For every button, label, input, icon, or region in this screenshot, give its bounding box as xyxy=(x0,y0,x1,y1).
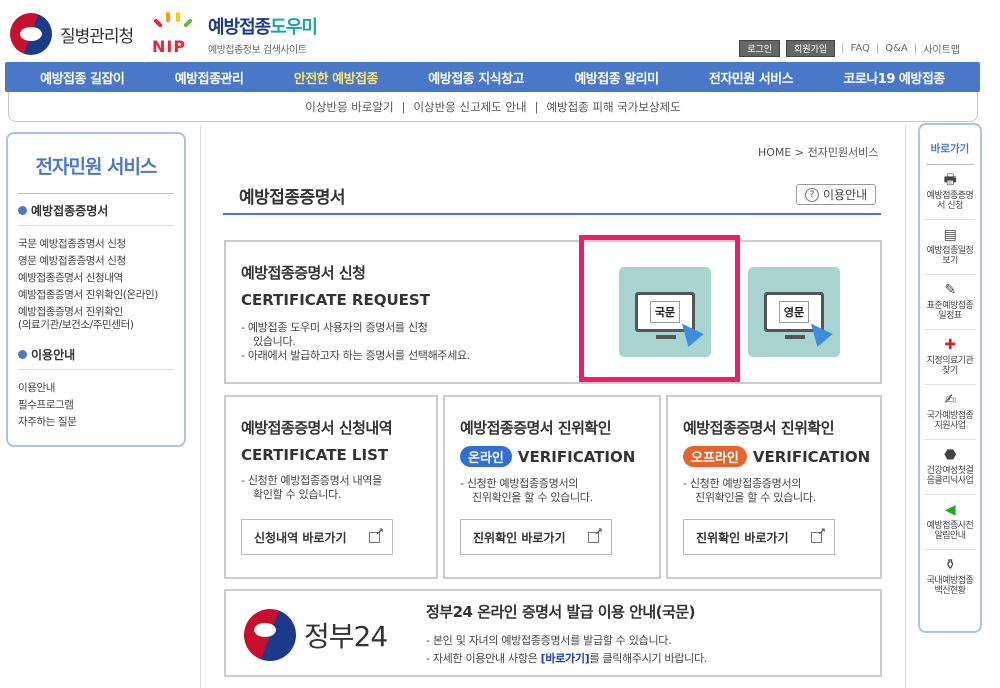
verify-offline-title: 예방접종증명서 진위확인 xyxy=(683,419,835,437)
quick-menu: 바로가기 🖶 예방접종증명서 신청 ▤ 예방접종일정보기 ✎ 표준예방접종일정표 ✚ 지… xyxy=(918,123,982,633)
verify-online-panel: 예방접종증명서 진위확인 온라인 VERIFICATION - 신청한 예방접종증… xyxy=(443,395,661,579)
list-title-en: CERTIFICATE LIST xyxy=(241,446,389,464)
nav-e-civil-service[interactable]: 전자민원 서비스 xyxy=(709,68,794,87)
kdca-name: 질병관리청 xyxy=(60,26,134,47)
divider xyxy=(905,125,906,688)
printer-icon: 🖶 xyxy=(943,172,957,188)
faq-link[interactable]: FAQ xyxy=(851,43,870,54)
breadcrumb: HOME > 전자민원서비스 xyxy=(758,146,879,159)
quick-find-hospital[interactable]: ✚ 지정의료기관찾기 xyxy=(924,330,976,385)
main-navigation: 예방접종 길잡이 예방접종관리 안전한 예방접종 예방접종 지식창고 예방접종 … xyxy=(5,62,980,92)
nip-logo[interactable]: NIP 예방접종도우미 예방접종정보 검색사이트 xyxy=(150,12,318,56)
gov24-description: - 본인 및 자녀의 예방접종증명서를 발급할 수 있습니다. - 자세한 이용… xyxy=(426,634,708,665)
divider xyxy=(200,125,201,688)
list-description: - 신청한 예방접종증명서 내역을 확인할 수 있습니다. xyxy=(241,474,382,501)
document-icon: ✍ xyxy=(944,392,956,408)
left-sidebar: 전자민원 서비스 예방접종증명서 국문 예방접종증명서 신청 영문 예방접종증명… xyxy=(6,132,186,447)
quick-advance-notice[interactable]: ◀ 예방접종사전알림안내 xyxy=(924,495,976,550)
online-badge: 온라인 xyxy=(460,446,512,467)
sitemap-link[interactable]: 사이트맵 xyxy=(923,41,960,56)
subnav-report-system[interactable]: 이상반응 신고제도 안내 xyxy=(413,99,526,115)
syringe-icon: ✎ xyxy=(944,282,956,298)
taeguk-emblem-icon xyxy=(10,13,52,55)
external-link-icon xyxy=(811,527,826,543)
nav-notifier[interactable]: 예방접종 알리미 xyxy=(574,68,659,87)
verify-online-subtitle: 온라인 VERIFICATION xyxy=(460,446,635,467)
sidebar-title: 전자민원 서비스 xyxy=(18,152,174,194)
nav-safe-vaccination[interactable]: 안전한 예방접종 xyxy=(294,68,379,87)
nav-guide[interactable]: 예방접종 길잡이 xyxy=(40,68,125,87)
quick-women-clinic[interactable]: ⬣ 건강여성첫걸음클리닉사업 xyxy=(924,440,976,495)
gov24-title: 정부24 온라인 증명서 발급 이용 안내(국문) xyxy=(426,603,696,621)
gov24-link[interactable]: [바로가기] xyxy=(541,652,590,665)
sidebar-item-verify-online[interactable]: 예방접종증명서 진위확인(온라인) xyxy=(18,287,174,304)
certificate-list-panel: 예방접종증명서 신청내역 CERTIFICATE LIST - 신청한 예방접종… xyxy=(224,395,438,579)
offline-badge: 오프라인 xyxy=(683,446,747,467)
sidebar-item-programs[interactable]: 필수프로그램 xyxy=(18,397,174,414)
verify-offline-panel: 예방접종증명서 진위확인 오프라인 VERIFICATION - 신청한 예방접종… xyxy=(666,395,882,579)
nip-letters: NIP xyxy=(152,37,187,56)
sidebar-item-guide[interactable]: 이용안내 xyxy=(18,380,174,397)
site-title: 예방접종도우미 xyxy=(208,16,318,38)
subnav-compensation[interactable]: 예방접종 피해 국가보상제도 xyxy=(546,99,680,115)
utility-menu: 로그인 회원가입 | FAQ | Q&A | 사이트맵 xyxy=(739,40,960,57)
gov24-logo[interactable]: 정부24 xyxy=(244,609,388,661)
sidebar-item-request-list[interactable]: 예방접종증명서 신청내역 xyxy=(18,270,174,287)
kdca-logo[interactable]: 질병관리청 xyxy=(10,13,134,55)
list-title: 예방접종증명서 신청내역 xyxy=(241,419,393,437)
subnav-adverse-reaction[interactable]: 이상반응 바로알기 xyxy=(305,99,393,115)
nav-management[interactable]: 예방접종관리 xyxy=(175,68,244,87)
nav-covid19[interactable]: 코로나19 예방접종 xyxy=(843,68,945,87)
nav-knowledge[interactable]: 예방접종 지식창고 xyxy=(428,68,524,87)
quick-schedule[interactable]: ▤ 예방접종일정보기 xyxy=(924,220,976,275)
page-title: 예방접종증명서 xyxy=(239,188,345,208)
quick-menu-title: 바로가기 xyxy=(926,141,974,165)
usage-guide-button[interactable]: ? 이용안내 xyxy=(796,184,877,205)
english-certificate-button[interactable]: 영문 xyxy=(748,267,840,357)
selection-highlight xyxy=(579,235,740,382)
sidebar-item-verify-offline[interactable]: 예방접종증명서 진위확인 (의료기관/보건소/주민센터) xyxy=(18,306,174,332)
verify-offline-description: - 신청한 예방접종증명서의 진위확인을 할 수 있습니다. xyxy=(683,477,816,504)
hospital-icon: ✚ xyxy=(944,337,956,353)
request-list-button[interactable]: 신청내역 바로가기 xyxy=(241,519,393,555)
calendar-icon: ▤ xyxy=(943,227,957,243)
bullet-icon xyxy=(18,206,27,215)
sidebar-section-certificate[interactable]: 예방접종증명서 xyxy=(18,202,174,226)
quick-national-support[interactable]: ✍ 국가예방접종지원사업 xyxy=(924,385,976,440)
request-description: - 예방접종 도우미 사용자의 증명서를 신청 있습니다. - 아래에서 발급하… xyxy=(241,321,471,362)
quick-standard-schedule[interactable]: ✎ 표준예방접종일정표 xyxy=(924,275,976,330)
verify-offline-subtitle: 오프라인 VERIFICATION xyxy=(683,446,870,467)
sidebar-item-korean-request[interactable]: 국문 예방접종증명서 신청 xyxy=(18,236,174,253)
verify-offline-button[interactable]: 진위확인 바로가기 xyxy=(683,519,835,555)
site-subtitle: 예방접종정보 검색사이트 xyxy=(208,44,307,56)
quick-certificate-request[interactable]: 🖶 예방접종증명서 신청 xyxy=(924,165,976,220)
speaker-icon: ◀ xyxy=(944,502,956,518)
certificate-request-panel: 예방접종증명서 신청 CERTIFICATE REQUEST - 예방접종 도우… xyxy=(224,240,882,384)
verify-online-title: 예방접종증명서 진위확인 xyxy=(460,419,612,437)
request-title-en: CERTIFICATE REQUEST xyxy=(241,291,430,309)
sun-icon: NIP xyxy=(150,12,202,56)
login-button[interactable]: 로그인 xyxy=(739,40,781,57)
sidebar-item-english-request[interactable]: 영문 예방접종증명서 신청 xyxy=(18,253,174,270)
join-button[interactable]: 회원가입 xyxy=(786,40,836,57)
gov24-panel: 정부24 정부24 온라인 증명서 발급 이용 안내(국문) - 본인 및 자녀… xyxy=(224,589,882,677)
quick-vaccine-status[interactable]: ⚱ 국내예방접종백신현황 xyxy=(924,550,976,604)
title-underline xyxy=(223,213,881,215)
qna-link[interactable]: Q&A xyxy=(885,43,908,54)
sidebar-item-faq[interactable]: 자주하는 질문 xyxy=(18,414,174,431)
sidebar-section-guide[interactable]: 이용안내 xyxy=(18,346,174,370)
sub-navigation: 이상반응 바로알기 | 이상반응 신고제도 안내 | 예방접종 피해 국가보상제… xyxy=(8,92,978,122)
verify-online-description: - 신청한 예방접종증명서의 진위확인을 할 수 있습니다. xyxy=(460,477,593,504)
health-icon: ⬣ xyxy=(944,447,956,463)
taeguk-emblem-icon xyxy=(244,609,296,661)
external-link-icon xyxy=(369,527,384,543)
question-icon: ? xyxy=(805,187,819,202)
request-title: 예방접종증명서 신청 xyxy=(241,264,366,282)
verify-online-button[interactable]: 진위확인 바로가기 xyxy=(460,519,612,555)
bullet-icon xyxy=(18,350,27,359)
external-link-icon xyxy=(588,527,603,543)
vaccine-icon: ⚱ xyxy=(944,557,956,573)
